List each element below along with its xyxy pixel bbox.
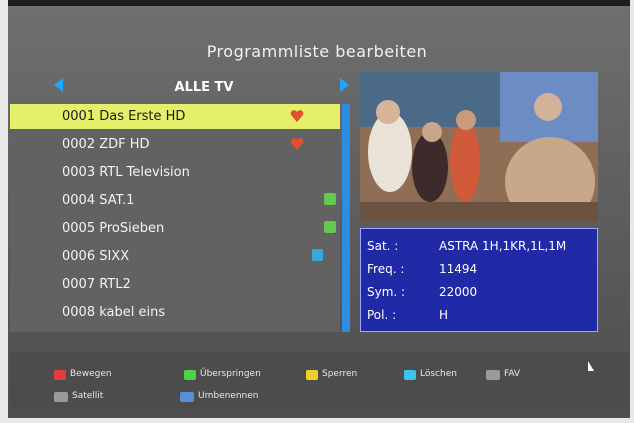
fav-label: FAV xyxy=(504,369,521,379)
green-badge-icon xyxy=(324,193,336,205)
pol-value: H xyxy=(439,308,449,322)
sym-value: 22000 xyxy=(439,285,478,299)
sat-key-icon xyxy=(54,392,68,402)
channel-list: 0001 Das Erste HD 0002 ZDF HD 0003 RTL T… xyxy=(10,104,340,332)
category-label: ALLE TV xyxy=(174,80,234,95)
lock-label: Sperren xyxy=(322,369,358,379)
blue-key-icon xyxy=(404,370,416,380)
heart-icon xyxy=(290,138,304,150)
rename-key-icon xyxy=(180,392,194,402)
freq-label: Freq. : xyxy=(367,262,405,276)
channel-row[interactable]: 0005 ProSieben xyxy=(10,216,340,241)
key-legend: Bewegen Überspringen Sperren Löschen FAV… xyxy=(10,352,630,410)
channel-row[interactable]: 0006 SIXX xyxy=(10,244,340,269)
blue-lock-icon xyxy=(312,249,323,261)
video-preview xyxy=(360,72,598,222)
info-row-pol: Pol. : H xyxy=(367,308,593,328)
green-key-icon xyxy=(184,370,196,380)
channel-row[interactable]: 0001 Das Erste HD xyxy=(10,104,340,129)
info-row-sym: Sym. : 22000 xyxy=(367,285,593,305)
channel-label: 0007 RTL2 xyxy=(62,277,131,292)
red-key-icon xyxy=(54,370,66,380)
yellow-key-icon xyxy=(306,370,318,380)
move-label: Bewegen xyxy=(70,369,112,379)
channel-row[interactable]: 0007 RTL2 xyxy=(10,272,340,297)
skip-label: Überspringen xyxy=(200,369,261,379)
fav-key-icon xyxy=(486,370,500,380)
channel-label: 0003 RTL Television xyxy=(62,165,190,180)
channel-label: 0005 ProSieben xyxy=(62,221,165,236)
green-badge-icon xyxy=(324,221,336,233)
info-row-sat: Sat. : ASTRA 1H,1KR,1L,1M xyxy=(367,239,593,259)
preview-image xyxy=(360,72,598,222)
channel-row[interactable]: 0003 RTL Television xyxy=(10,160,340,185)
sat-value: ASTRA 1H,1KR,1L,1M xyxy=(439,239,567,253)
channel-row[interactable]: 0008 kabel eins xyxy=(10,300,340,325)
channel-label: 0006 SIXX xyxy=(62,249,130,264)
channel-label: 0001 Das Erste HD xyxy=(62,109,186,124)
mouse-cursor-icon xyxy=(588,361,594,371)
info-row-freq: Freq. : 11494 xyxy=(367,262,593,282)
sat-label: Sat. : xyxy=(367,239,399,253)
page-title: Programmliste bearbeiten xyxy=(206,42,428,61)
pol-label: Pol. : xyxy=(367,308,397,322)
freq-value: 11494 xyxy=(439,262,478,276)
satellite-label: Satellit xyxy=(72,391,104,401)
right-arrow-icon[interactable] xyxy=(340,78,349,92)
satellite-info-panel: Sat. : ASTRA 1H,1KR,1L,1M Freq. : 11494 … xyxy=(360,228,598,332)
heart-icon xyxy=(290,110,304,122)
category-selector[interactable]: ALLE TV xyxy=(54,72,354,102)
rename-label: Umbenennen xyxy=(198,391,259,401)
channel-row[interactable]: 0004 SAT.1 xyxy=(10,188,340,213)
scrollbar[interactable] xyxy=(342,104,350,332)
channel-label: 0004 SAT.1 xyxy=(62,193,135,208)
channel-label: 0008 kabel eins xyxy=(62,305,166,320)
delete-label: Löschen xyxy=(420,369,457,379)
sym-label: Sym. : xyxy=(367,285,406,299)
channel-label: 0002 ZDF HD xyxy=(62,137,150,152)
channel-row[interactable]: 0002 ZDF HD xyxy=(10,132,340,157)
scrollbar-thumb[interactable] xyxy=(342,104,350,332)
